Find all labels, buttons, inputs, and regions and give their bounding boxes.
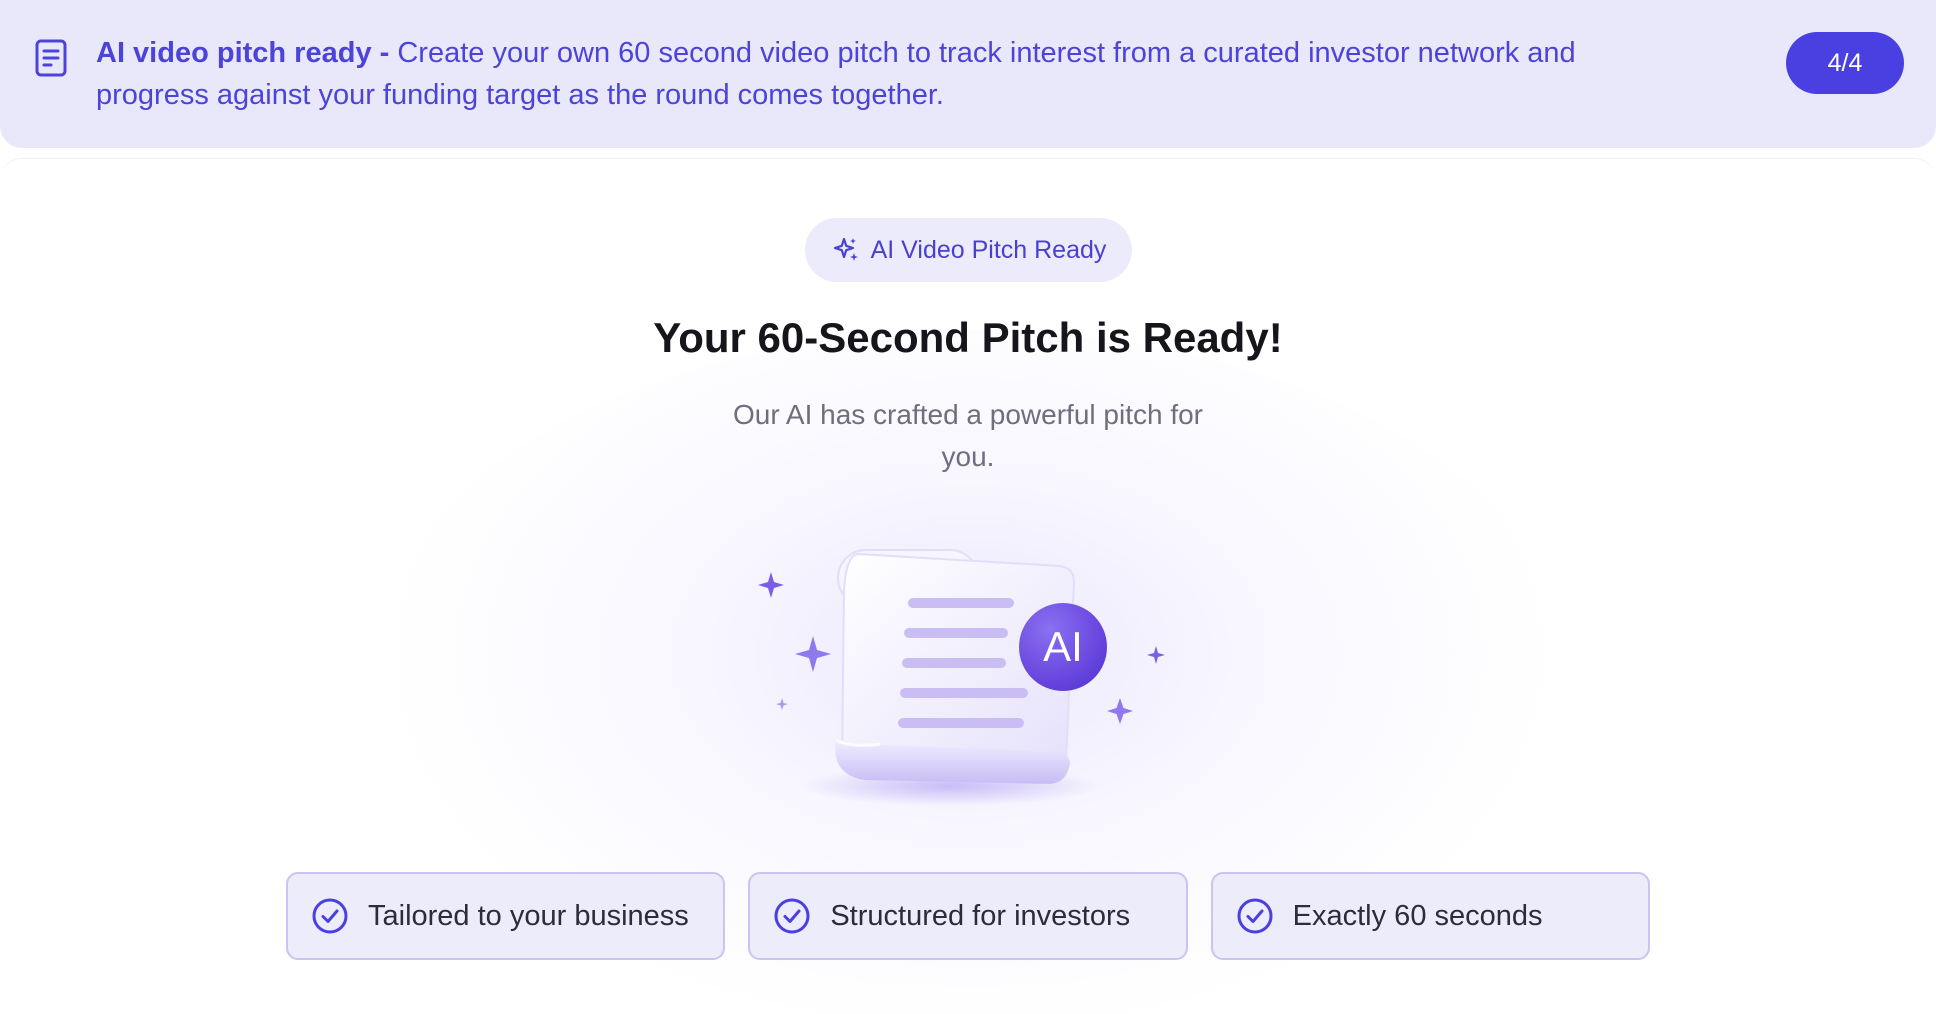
feature-list: Tailored to your business Structured for… <box>286 872 1650 960</box>
sparkle-icon <box>776 698 788 710</box>
feature-chip: Exactly 60 seconds <box>1210 872 1650 960</box>
feature-label: Tailored to your business <box>368 899 689 932</box>
info-banner: AI video pitch ready - Create your own 6… <box>0 0 1936 148</box>
feature-chip: Structured for investors <box>748 872 1188 960</box>
banner-lead: AI video pitch ready - <box>96 37 398 69</box>
check-circle-icon <box>312 898 348 934</box>
page-subtitle: Our AI has crafted a powerful pitch for … <box>732 399 1203 472</box>
sparkle-icon <box>1107 698 1133 724</box>
pitch-scroll-illustration: AI <box>758 549 1165 806</box>
feature-chip: Tailored to your business <box>286 872 726 960</box>
sparkle-icon <box>795 636 831 672</box>
sparkles-icon <box>833 237 858 261</box>
onboarding-page: AI video pitch ready - Create your own 6… <box>0 0 1936 1014</box>
sparkle-icon <box>758 572 784 598</box>
check-circle-icon <box>1237 898 1273 934</box>
feature-label: Exactly 60 seconds <box>1292 899 1543 932</box>
sparkle-icon <box>1147 646 1165 664</box>
step-indicator[interactable]: 4/4 <box>1786 32 1904 94</box>
document-icon <box>35 39 67 77</box>
banner-message: AI video pitch ready - Create your own 6… <box>96 32 1676 116</box>
status-badge: AI Video Pitch Ready <box>805 218 1132 282</box>
feature-label: Structured for investors <box>830 899 1131 932</box>
check-circle-icon <box>774 898 810 934</box>
page-title: Your 60-Second Pitch is Ready! <box>653 314 1283 361</box>
ai-badge-text: AI <box>1043 623 1083 670</box>
status-badge-label: AI Video Pitch Ready <box>870 235 1107 264</box>
